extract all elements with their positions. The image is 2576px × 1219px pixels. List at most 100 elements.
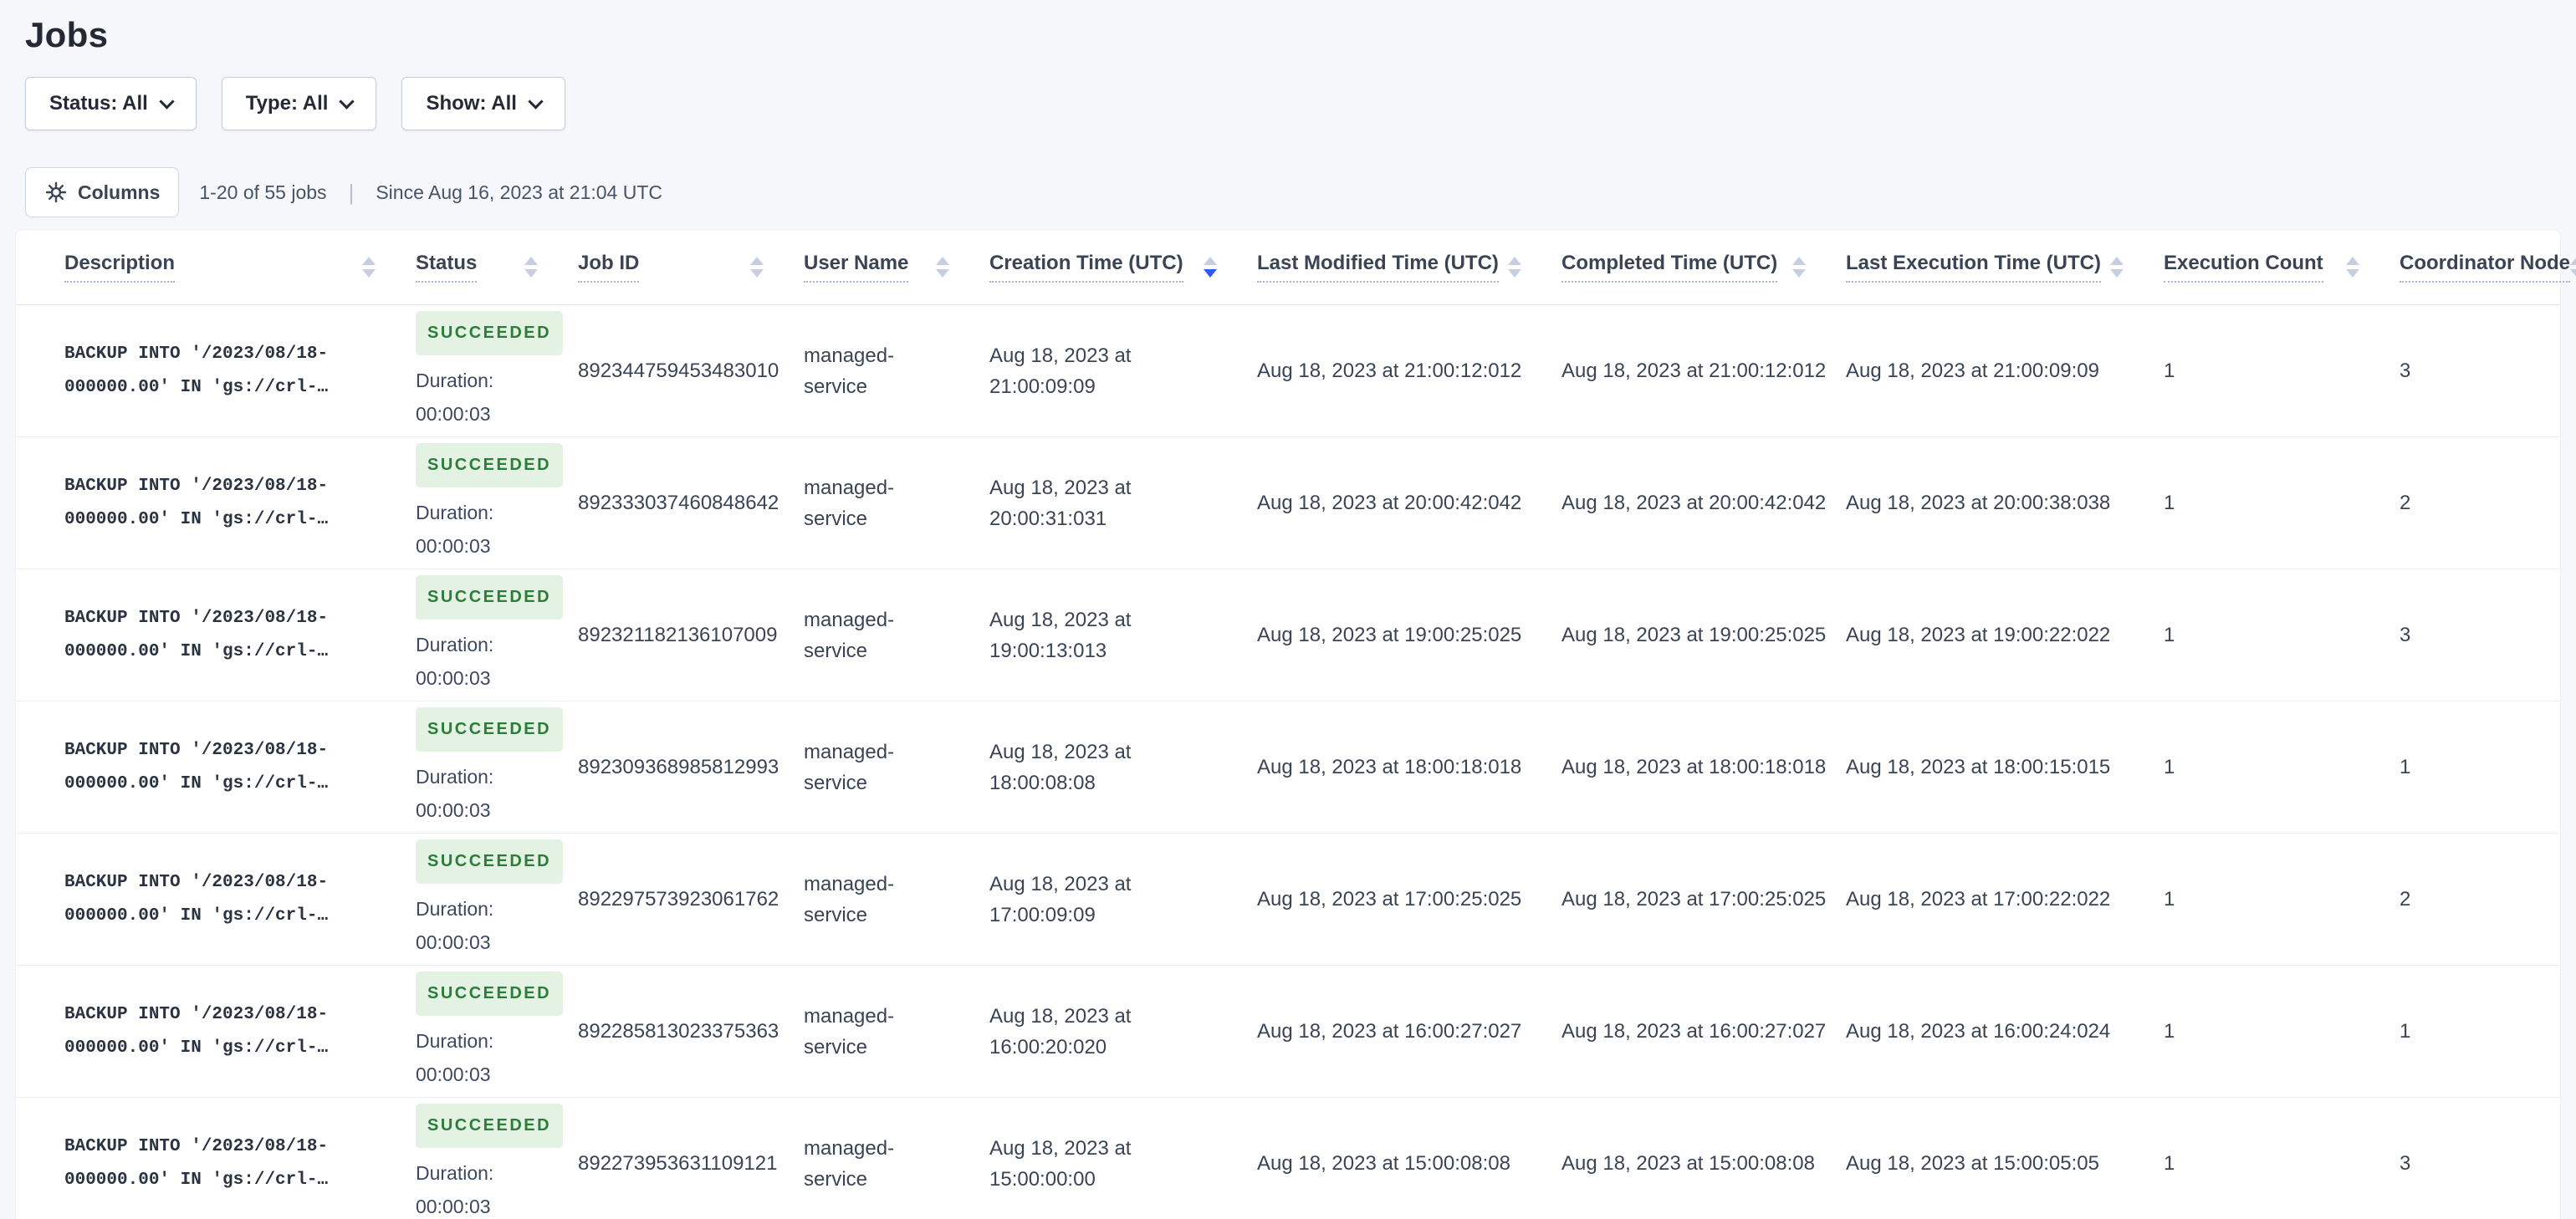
sort-up-arrow-icon (2110, 257, 2124, 265)
job-description-link[interactable]: BACKUP INTO '/2023/08/18- 000000.00' IN … (64, 866, 416, 933)
sort-icon[interactable] (1508, 257, 1521, 278)
completed-time-cell: Aug 18, 2023 at 17:00:25:025 (1561, 888, 1827, 910)
last-execution-time-cell: Aug 18, 2023 at 15:00:05:05 (1846, 1152, 2099, 1175)
job-description-link[interactable]: BACKUP INTO '/2023/08/18- 000000.00' IN … (64, 602, 416, 669)
sort-down-arrow-icon (2110, 269, 2124, 278)
column-header-label: Job ID (578, 252, 640, 283)
sort-icon[interactable] (2570, 257, 2576, 278)
job-description-line2: 000000.00' IN 'gs://crl-… (64, 377, 329, 397)
filter-type-button[interactable]: Type: All (221, 77, 377, 130)
sort-icon[interactable] (2110, 257, 2124, 278)
column-header-completed-time[interactable]: Completed Time (UTC) (1561, 252, 1846, 283)
job-id-cell: 892333037460848642 (578, 492, 779, 514)
last-modified-time-cell: Aug 18, 2023 at 16:00:27:027 (1257, 1020, 1522, 1043)
last-execution-time-cell: Aug 18, 2023 at 16:00:24:024 (1846, 1020, 2111, 1043)
job-description-line2: 000000.00' IN 'gs://crl-… (64, 1170, 329, 1190)
status-badge: SUCCEEDED (416, 839, 564, 884)
job-description-line2: 000000.00' IN 'gs://crl-… (64, 641, 329, 661)
job-description-link[interactable]: BACKUP INTO '/2023/08/18- 000000.00' IN … (64, 734, 416, 801)
last-modified-time-cell: Aug 18, 2023 at 17:00:25:025 (1257, 888, 1522, 910)
creation-time-cell: Aug 18, 2023 at 18:00:08:08 (989, 740, 1132, 794)
table-toolbar: Columns 1-20 of 55 jobs | Since Aug 16, … (25, 167, 2551, 217)
filter-status-button[interactable]: Status: All (25, 77, 197, 130)
sort-icon[interactable] (936, 257, 949, 278)
execution-count-cell: 1 (2164, 756, 2175, 778)
sort-icon[interactable] (2346, 257, 2359, 278)
user-name-cell: managed-service (804, 872, 895, 926)
column-header-creation-time[interactable]: Creation Time (UTC) (989, 252, 1257, 283)
job-description-line1: BACKUP INTO '/2023/08/18- (64, 1136, 329, 1156)
job-id-cell: 892297573923061762 (578, 888, 779, 910)
duration-label: Duration: (416, 370, 494, 391)
column-header-execution-count[interactable]: Execution Count (2164, 252, 2400, 283)
job-description-link[interactable]: BACKUP INTO '/2023/08/18- 000000.00' IN … (64, 470, 416, 537)
job-description-line1: BACKUP INTO '/2023/08/18- (64, 476, 329, 496)
sort-icon[interactable] (524, 257, 538, 278)
sort-up-arrow-icon (1792, 257, 1806, 265)
job-description-link[interactable]: BACKUP INTO '/2023/08/18- 000000.00' IN … (64, 998, 416, 1065)
toolbar-divider: | (348, 179, 355, 205)
coordinator-node-cell: 3 (2400, 1152, 2411, 1175)
execution-count-cell: 1 (2164, 1020, 2175, 1043)
user-name-cell: managed-service (804, 740, 895, 794)
column-header-label: User Name (804, 252, 909, 283)
column-header-label: Coordinator Node (2400, 252, 2570, 283)
job-description-line1: BACKUP INTO '/2023/08/18- (64, 1004, 329, 1024)
jobs-count-text: 1-20 of 55 jobs (199, 181, 327, 203)
table-header-row: Description Status Job ID User Name Crea… (16, 230, 2576, 305)
columns-button[interactable]: Columns (25, 167, 180, 217)
status-badge: SUCCEEDED (416, 1104, 564, 1148)
creation-time-cell: Aug 18, 2023 at 17:00:09:09 (989, 872, 1132, 926)
creation-time-cell: Aug 18, 2023 at 20:00:31:031 (989, 476, 1132, 530)
last-execution-time-cell: Aug 18, 2023 at 21:00:09:09 (1846, 360, 2099, 382)
sort-down-arrow-icon (2346, 269, 2359, 278)
job-id-cell: 892309368985812993 (578, 756, 779, 778)
execution-count-cell: 1 (2164, 888, 2175, 910)
job-status-cell: SUCCEEDED Duration: 00:00:03 (416, 707, 578, 827)
column-header-description[interactable]: Description (64, 252, 416, 283)
sort-up-arrow-icon (2346, 257, 2359, 265)
column-header-last-modified-time[interactable]: Last Modified Time (UTC) (1257, 252, 1561, 283)
column-header-coordinator-node[interactable]: Coordinator Node (2400, 252, 2576, 283)
filter-show-button[interactable]: Show: All (401, 77, 565, 130)
coordinator-node-cell: 2 (2400, 888, 2411, 910)
job-status-cell: SUCCEEDED Duration: 00:00:03 (416, 575, 578, 695)
sort-icon[interactable] (1792, 257, 1806, 278)
job-description-line1: BACKUP INTO '/2023/08/18- (64, 740, 329, 760)
execution-count-cell: 1 (2164, 360, 2175, 382)
job-description-link[interactable]: BACKUP INTO '/2023/08/18- 000000.00' IN … (64, 338, 416, 405)
last-modified-time-cell: Aug 18, 2023 at 21:00:12:012 (1257, 360, 1522, 382)
column-header-last-execution-time[interactable]: Last Execution Time (UTC) (1846, 252, 2164, 283)
user-name-cell: managed-service (804, 476, 895, 530)
sort-icon[interactable] (362, 257, 376, 278)
status-badge: SUCCEEDED (416, 443, 564, 487)
column-header-label: Status (416, 252, 478, 283)
sort-icon[interactable] (1204, 257, 1217, 278)
duration-value: 00:00:03 (416, 931, 491, 953)
chevron-down-icon (528, 93, 544, 110)
duration-label: Duration: (416, 766, 494, 788)
column-header-user-name[interactable]: User Name (804, 252, 989, 283)
creation-time-cell: Aug 18, 2023 at 19:00:13:013 (989, 608, 1132, 662)
job-id-cell: 892344759453483010 (578, 360, 779, 382)
sort-down-arrow-icon (750, 269, 764, 278)
page-title: Jobs (25, 15, 109, 54)
completed-time-cell: Aug 18, 2023 at 20:00:42:042 (1561, 492, 1827, 514)
status-badge: SUCCEEDED (416, 972, 564, 1016)
last-modified-time-cell: Aug 18, 2023 at 15:00:08:08 (1257, 1152, 1510, 1175)
column-header-label: Creation Time (UTC) (989, 252, 1183, 283)
job-status-cell: SUCCEEDED Duration: 00:00:03 (416, 311, 578, 431)
filter-show-label: Show: All (426, 92, 517, 115)
job-id-cell: 892321182136107009 (578, 624, 778, 646)
last-modified-time-cell: Aug 18, 2023 at 20:00:42:042 (1257, 492, 1522, 514)
sort-down-arrow-icon (1792, 269, 1806, 278)
job-description-link[interactable]: BACKUP INTO '/2023/08/18- 000000.00' IN … (64, 1130, 416, 1197)
column-header-job-id[interactable]: Job ID (578, 252, 804, 283)
coordinator-node-cell: 2 (2400, 492, 2411, 514)
column-header-status[interactable]: Status (416, 252, 578, 283)
table-row: BACKUP INTO '/2023/08/18- 000000.00' IN … (16, 305, 2560, 437)
sort-down-arrow-icon (1508, 269, 1521, 278)
sort-icon[interactable] (750, 257, 764, 278)
column-header-label: Description (64, 252, 176, 283)
table-row: BACKUP INTO '/2023/08/18- 000000.00' IN … (16, 569, 2560, 701)
